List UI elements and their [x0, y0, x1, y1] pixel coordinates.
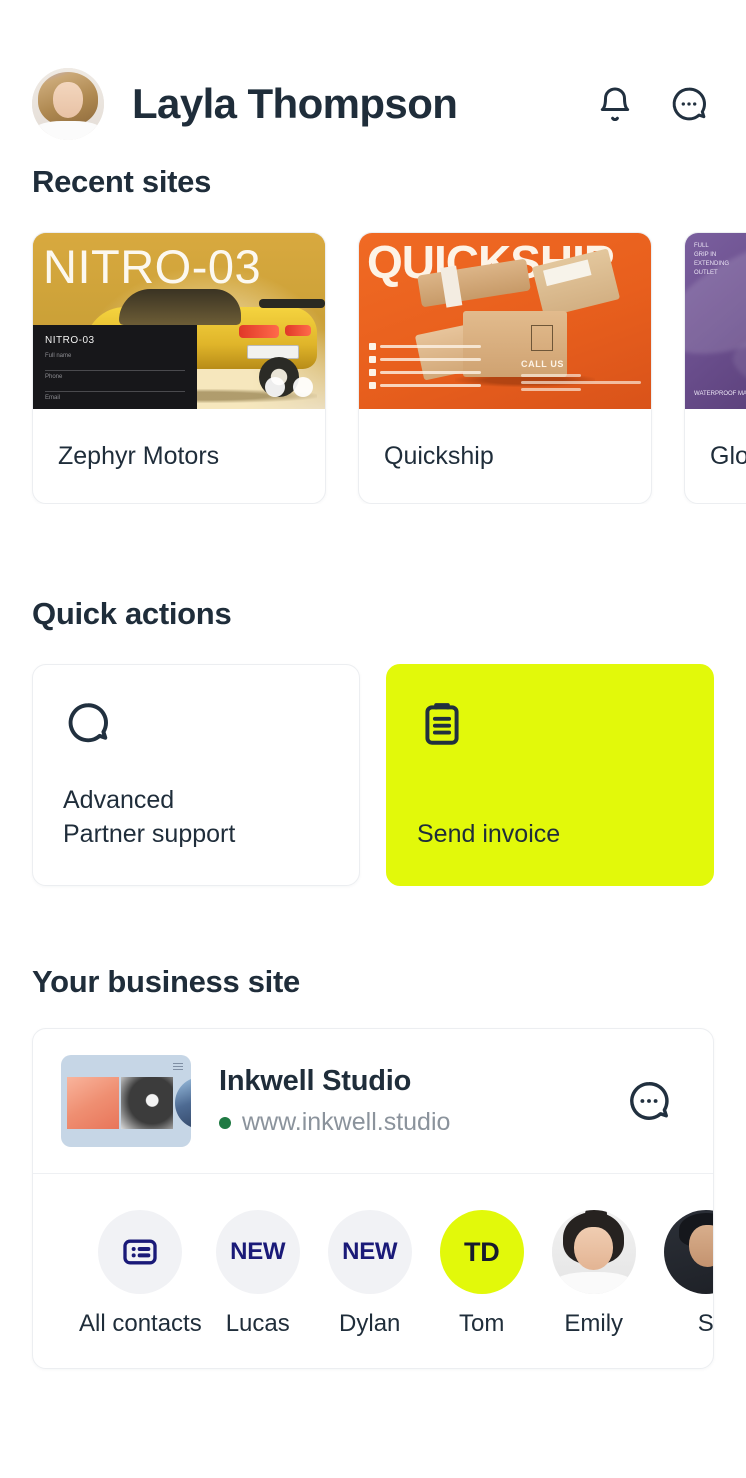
business-site-header[interactable]: Inkwell Studio www.inkwell.studio	[33, 1029, 713, 1173]
contact-label: S	[697, 1310, 713, 1337]
business-site-url-row: www.inkwell.studio	[219, 1108, 627, 1137]
car-hero-text: NITRO-03	[43, 240, 262, 293]
site-card-label: Zephyr Motors	[58, 441, 220, 470]
purple-top-left-text: FULL GRIP IN EXTENDING OUTLET	[694, 243, 730, 276]
site-thumbnail-purple: FULLGRIP INEXTENDINGOUTLET BROW WATERPRO…	[685, 233, 746, 409]
purple-bottom-text: WATERPROOF MASCARA	[694, 391, 746, 397]
contact-label: Lucas	[225, 1310, 290, 1337]
new-badge: NEW	[327, 1210, 412, 1294]
contact-label: All contacts	[79, 1310, 202, 1337]
badge-text: NEW	[230, 1238, 286, 1265]
business-site-name: Inkwell Studio	[219, 1065, 412, 1097]
site-thumbnail-quickship: QUICKSHIP CALL US	[359, 233, 651, 409]
business-site-meta: Inkwell Studio www.inkwell.studio	[219, 1065, 627, 1137]
quick-actions-row: Advanced Partner support Send invoice	[0, 632, 746, 886]
site-thumbnail-car: NITRO-03 NITRO-03 Full name Phone Email …	[33, 233, 325, 409]
user-avatar[interactable]	[32, 68, 104, 140]
business-site-url: www.inkwell.studio	[242, 1108, 451, 1136]
site-card-label: Quickship	[384, 441, 494, 470]
clipboard-icon	[417, 699, 683, 755]
quick-action-advanced-partner-support[interactable]: Advanced Partner support	[32, 664, 360, 886]
contact-label: Tom	[459, 1310, 505, 1337]
quickship-call-us: CALL US	[521, 359, 641, 395]
call-us-heading: CALL US	[521, 359, 565, 369]
contact-dylan[interactable]: NEW Dylan	[314, 1210, 426, 1338]
quick-action-send-invoice[interactable]: Send invoice	[386, 664, 714, 886]
contacts-row[interactable]: All contacts NEW Lucas NEW Dylan TD Tom …	[33, 1174, 713, 1368]
quick-actions-section: Quick actions Advanced Partner support S…	[0, 596, 746, 886]
car-form-overlay: NITRO-03 Full name Phone Email I agree —…	[33, 325, 197, 409]
contact-initials-avatar: TD	[439, 1210, 524, 1294]
dashboard-page: Layla Thompson Recent sites NITRO-03 NIT…	[0, 0, 746, 1478]
contact-partial[interactable]: S	[650, 1210, 713, 1338]
new-badge: NEW	[215, 1210, 300, 1294]
contact-all-contacts[interactable]: All contacts	[79, 1210, 202, 1338]
contact-label: Dylan	[339, 1310, 401, 1337]
car-form-field-phone: Phone	[45, 374, 63, 380]
car-form-field-name: Full name	[45, 353, 72, 359]
contact-photo-avatar	[663, 1210, 713, 1294]
recent-sites-section: Recent sites NITRO-03 NITRO-03 Full name…	[0, 164, 746, 504]
site-card-quickship[interactable]: QUICKSHIP CALL US Quickship	[358, 232, 652, 504]
recent-sites-title: Recent sites	[32, 164, 212, 199]
car-carousel-dots	[265, 377, 313, 397]
contact-photo-avatar	[551, 1210, 636, 1294]
car-form-field-email: Email	[45, 395, 61, 401]
quick-actions-title: Quick actions	[32, 596, 232, 631]
business-site-card: Inkwell Studio www.inkwell.studio All co…	[32, 1028, 714, 1369]
site-thumbnail	[61, 1055, 191, 1147]
business-site-section: Your business site Inkwell Studio www.in…	[0, 964, 746, 1369]
recent-sites-carousel[interactable]: NITRO-03 NITRO-03 Full name Phone Email …	[0, 200, 746, 504]
contact-emily[interactable]: Emily	[538, 1210, 650, 1338]
quick-action-label: Advanced Partner support	[63, 786, 236, 848]
contact-tom[interactable]: TD Tom	[426, 1210, 538, 1338]
speech-bubble-icon	[63, 699, 329, 755]
initials-text: TD	[464, 1236, 500, 1267]
contact-label: Emily	[564, 1310, 624, 1337]
quickship-feature-list	[369, 343, 481, 395]
header-actions	[596, 85, 708, 123]
car-form-title: NITRO-03	[45, 335, 95, 346]
badge-text: NEW	[342, 1238, 398, 1265]
page-title: Layla Thompson	[132, 80, 458, 127]
business-site-title: Your business site	[32, 964, 300, 999]
chat-bubble-icon[interactable]	[627, 1079, 671, 1123]
contact-list-icon	[98, 1210, 183, 1294]
site-card-glo[interactable]: FULLGRIP INEXTENDINGOUTLET BROW WATERPRO…	[684, 232, 746, 504]
bell-icon[interactable]	[596, 85, 634, 123]
chat-bubble-icon[interactable]	[670, 85, 708, 123]
contact-lucas[interactable]: NEW Lucas	[202, 1210, 314, 1338]
quick-action-label: Send invoice	[417, 819, 561, 848]
site-card-zephyr-motors[interactable]: NITRO-03 NITRO-03 Full name Phone Email …	[32, 232, 326, 504]
status-dot	[219, 1116, 231, 1129]
site-card-label: Glo	[710, 441, 746, 470]
app-header: Layla Thompson	[0, 0, 746, 150]
